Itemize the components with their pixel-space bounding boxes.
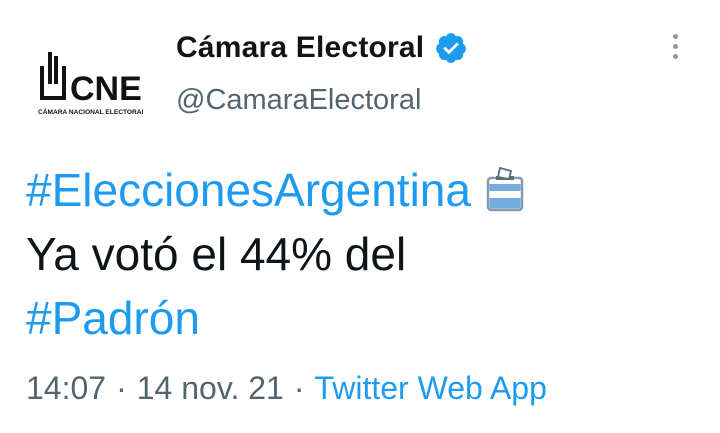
handle[interactable]: @CamaraElectoral bbox=[176, 84, 468, 117]
tweet-card: CNE CÁMARA NACIONAL ELECTORAL Cámara Ele… bbox=[0, 0, 720, 433]
tweet-line-3: #Padrón bbox=[26, 286, 706, 350]
logo-text: CNE bbox=[70, 70, 142, 108]
display-name[interactable]: Cámara Electoral bbox=[176, 31, 424, 65]
tweet-line-1: #EleccionesArgentina bbox=[26, 158, 706, 222]
tweet-text: #EleccionesArgentina Ya votó el 44% del … bbox=[26, 158, 706, 350]
logo-subtext: CÁMARA NACIONAL ELECTORAL bbox=[38, 107, 146, 116]
meta-separator: · bbox=[116, 370, 127, 406]
avatar[interactable]: CNE CÁMARA NACIONAL ELECTORAL bbox=[24, 22, 150, 148]
tweet-time[interactable]: 14:07 bbox=[26, 370, 106, 406]
tweet-meta: 14:07 · 14 nov. 21 · Twitter Web App bbox=[26, 370, 547, 407]
hashtag-elecciones-argentina[interactable]: #EleccionesArgentina bbox=[26, 164, 471, 216]
tweet-date[interactable]: 14 nov. 21 bbox=[137, 370, 284, 406]
name-row: Cámara Electoral bbox=[176, 26, 468, 70]
tweet-source-link[interactable]: Twitter Web App bbox=[314, 370, 546, 406]
author-block: Cámara Electoral @CamaraElectoral bbox=[176, 26, 468, 117]
meta-separator: · bbox=[293, 370, 305, 406]
hashtag-padron[interactable]: #Padrón bbox=[26, 292, 200, 344]
tweet-line-2: Ya votó el 44% del bbox=[26, 228, 407, 280]
cne-logo-icon: CNE CÁMARA NACIONAL ELECTORAL bbox=[38, 52, 146, 116]
more-options-icon[interactable] bbox=[664, 34, 686, 68]
ballot-box-icon bbox=[486, 166, 524, 212]
verified-badge-icon bbox=[436, 33, 467, 63]
